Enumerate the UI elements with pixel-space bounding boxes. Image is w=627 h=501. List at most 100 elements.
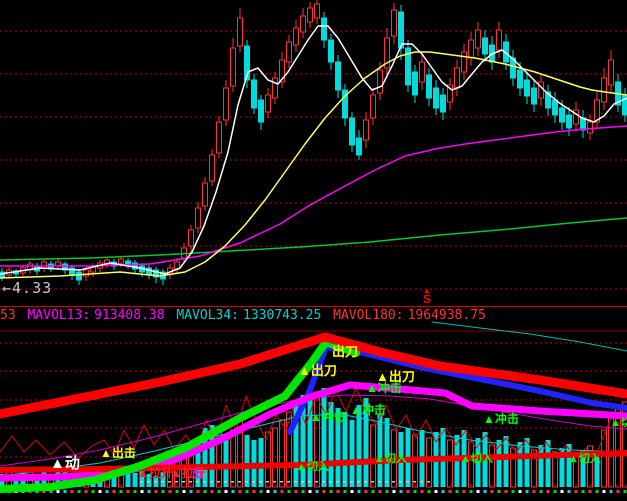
tick-mark xyxy=(147,481,150,483)
tick-mark xyxy=(232,490,235,493)
volume-bar xyxy=(224,438,229,487)
volume-bar xyxy=(378,415,383,487)
candle xyxy=(609,60,614,85)
tick-mark xyxy=(239,490,242,493)
tick-mark xyxy=(421,490,424,493)
mavol34-value: 1330743.25 xyxy=(243,308,321,323)
tick-mark xyxy=(211,490,214,493)
tick-mark xyxy=(162,490,165,493)
candle xyxy=(413,72,418,95)
candle xyxy=(392,10,397,36)
candle xyxy=(196,208,201,228)
tick-mark xyxy=(322,481,325,483)
signal-label: ▲冲击 xyxy=(366,380,402,395)
candle xyxy=(336,62,341,90)
tick-mark xyxy=(301,481,304,483)
stock-chart-screen: ▲动▲出击▲拉升▲拉升出▲出刀出刀▲出刀▲冲击▲冲击▲冲击▲冲击▲切入▲切入▲切… xyxy=(0,0,627,501)
tick-mark xyxy=(267,490,270,493)
tick-mark xyxy=(161,481,164,483)
tick-mark xyxy=(197,490,200,493)
chart-canvas[interactable]: ▲动▲出击▲拉升▲拉升出▲出刀出刀▲出刀▲冲击▲冲击▲冲击▲冲击▲切入▲切入▲切… xyxy=(0,0,627,501)
candle xyxy=(217,122,222,153)
tick-mark xyxy=(414,490,417,493)
ma-white xyxy=(0,26,627,274)
candle xyxy=(378,70,383,93)
tick-mark xyxy=(350,481,353,483)
tick-mark xyxy=(547,490,550,493)
tick-mark xyxy=(253,490,256,493)
candle xyxy=(210,155,215,181)
tick-mark xyxy=(477,490,480,493)
tick-mark xyxy=(217,481,220,483)
tick-mark xyxy=(99,490,102,493)
tick-mark xyxy=(196,481,199,483)
vol-ma-cyan-upper xyxy=(432,322,627,351)
candle xyxy=(476,30,481,48)
tick-mark xyxy=(323,490,326,493)
tick-mark xyxy=(420,481,423,483)
tick-mark xyxy=(568,490,571,493)
tick-mark xyxy=(400,490,403,493)
tick-mark xyxy=(589,490,592,493)
volume-bar xyxy=(350,420,355,487)
tick-mark xyxy=(260,490,263,493)
tick-mark xyxy=(266,481,269,483)
candle xyxy=(329,40,334,62)
signal-label: 出 xyxy=(192,466,203,480)
tick-mark xyxy=(554,490,557,493)
candle xyxy=(231,48,236,86)
tick-mark xyxy=(610,490,613,493)
mavol180-value: 1964938.75 xyxy=(408,308,486,323)
left-arrow-icon: ← xyxy=(2,279,12,297)
tick-mark xyxy=(57,490,60,493)
candle xyxy=(553,100,558,115)
tick-mark xyxy=(393,490,396,493)
candle xyxy=(350,118,355,145)
tick-mark xyxy=(624,490,627,493)
candle xyxy=(497,30,502,50)
tick-mark xyxy=(189,481,192,483)
tick-mark xyxy=(603,490,606,493)
tick-mark xyxy=(364,481,367,483)
tick-mark xyxy=(505,490,508,493)
candle xyxy=(567,115,572,128)
tick-mark xyxy=(316,490,319,493)
tick-mark xyxy=(134,490,137,493)
volume-bar xyxy=(287,412,292,487)
tick-mark xyxy=(295,490,298,493)
tick-mark xyxy=(176,490,179,493)
tick-mark xyxy=(113,490,116,493)
volume-bar xyxy=(448,440,453,487)
candle xyxy=(266,95,271,112)
tick-mark xyxy=(280,481,283,483)
tick-mark xyxy=(372,490,375,493)
tick-mark xyxy=(168,481,171,483)
candle xyxy=(427,75,432,98)
candle xyxy=(469,40,474,58)
tick-mark xyxy=(224,481,227,483)
tick-mark xyxy=(484,490,487,493)
tick-mark xyxy=(435,490,438,493)
candle xyxy=(364,120,369,140)
tick-mark xyxy=(154,481,157,483)
signal-label: ▲拉升 xyxy=(137,465,173,480)
tick-mark xyxy=(245,481,248,483)
tick-mark xyxy=(498,490,501,493)
tick-mark xyxy=(71,490,74,493)
tick-mark xyxy=(379,490,382,493)
volume-ma-readout: 53 MAVOL13:913408.38 MAVOL34:1330743.25 … xyxy=(0,308,627,324)
tick-mark xyxy=(148,490,151,493)
tick-mark xyxy=(294,481,297,483)
signal-label: ▲切 xyxy=(610,416,627,429)
tick-mark xyxy=(582,490,585,493)
tick-mark xyxy=(281,490,284,493)
tick-mark xyxy=(512,490,515,493)
signal-label: 出刀 xyxy=(332,344,358,359)
candle xyxy=(455,68,460,88)
tick-mark xyxy=(238,481,241,483)
candle xyxy=(560,108,565,122)
signal-marker-s: ▲ S xyxy=(423,287,431,303)
candle xyxy=(434,88,439,108)
candle xyxy=(441,95,446,112)
volume-bar xyxy=(490,445,495,487)
